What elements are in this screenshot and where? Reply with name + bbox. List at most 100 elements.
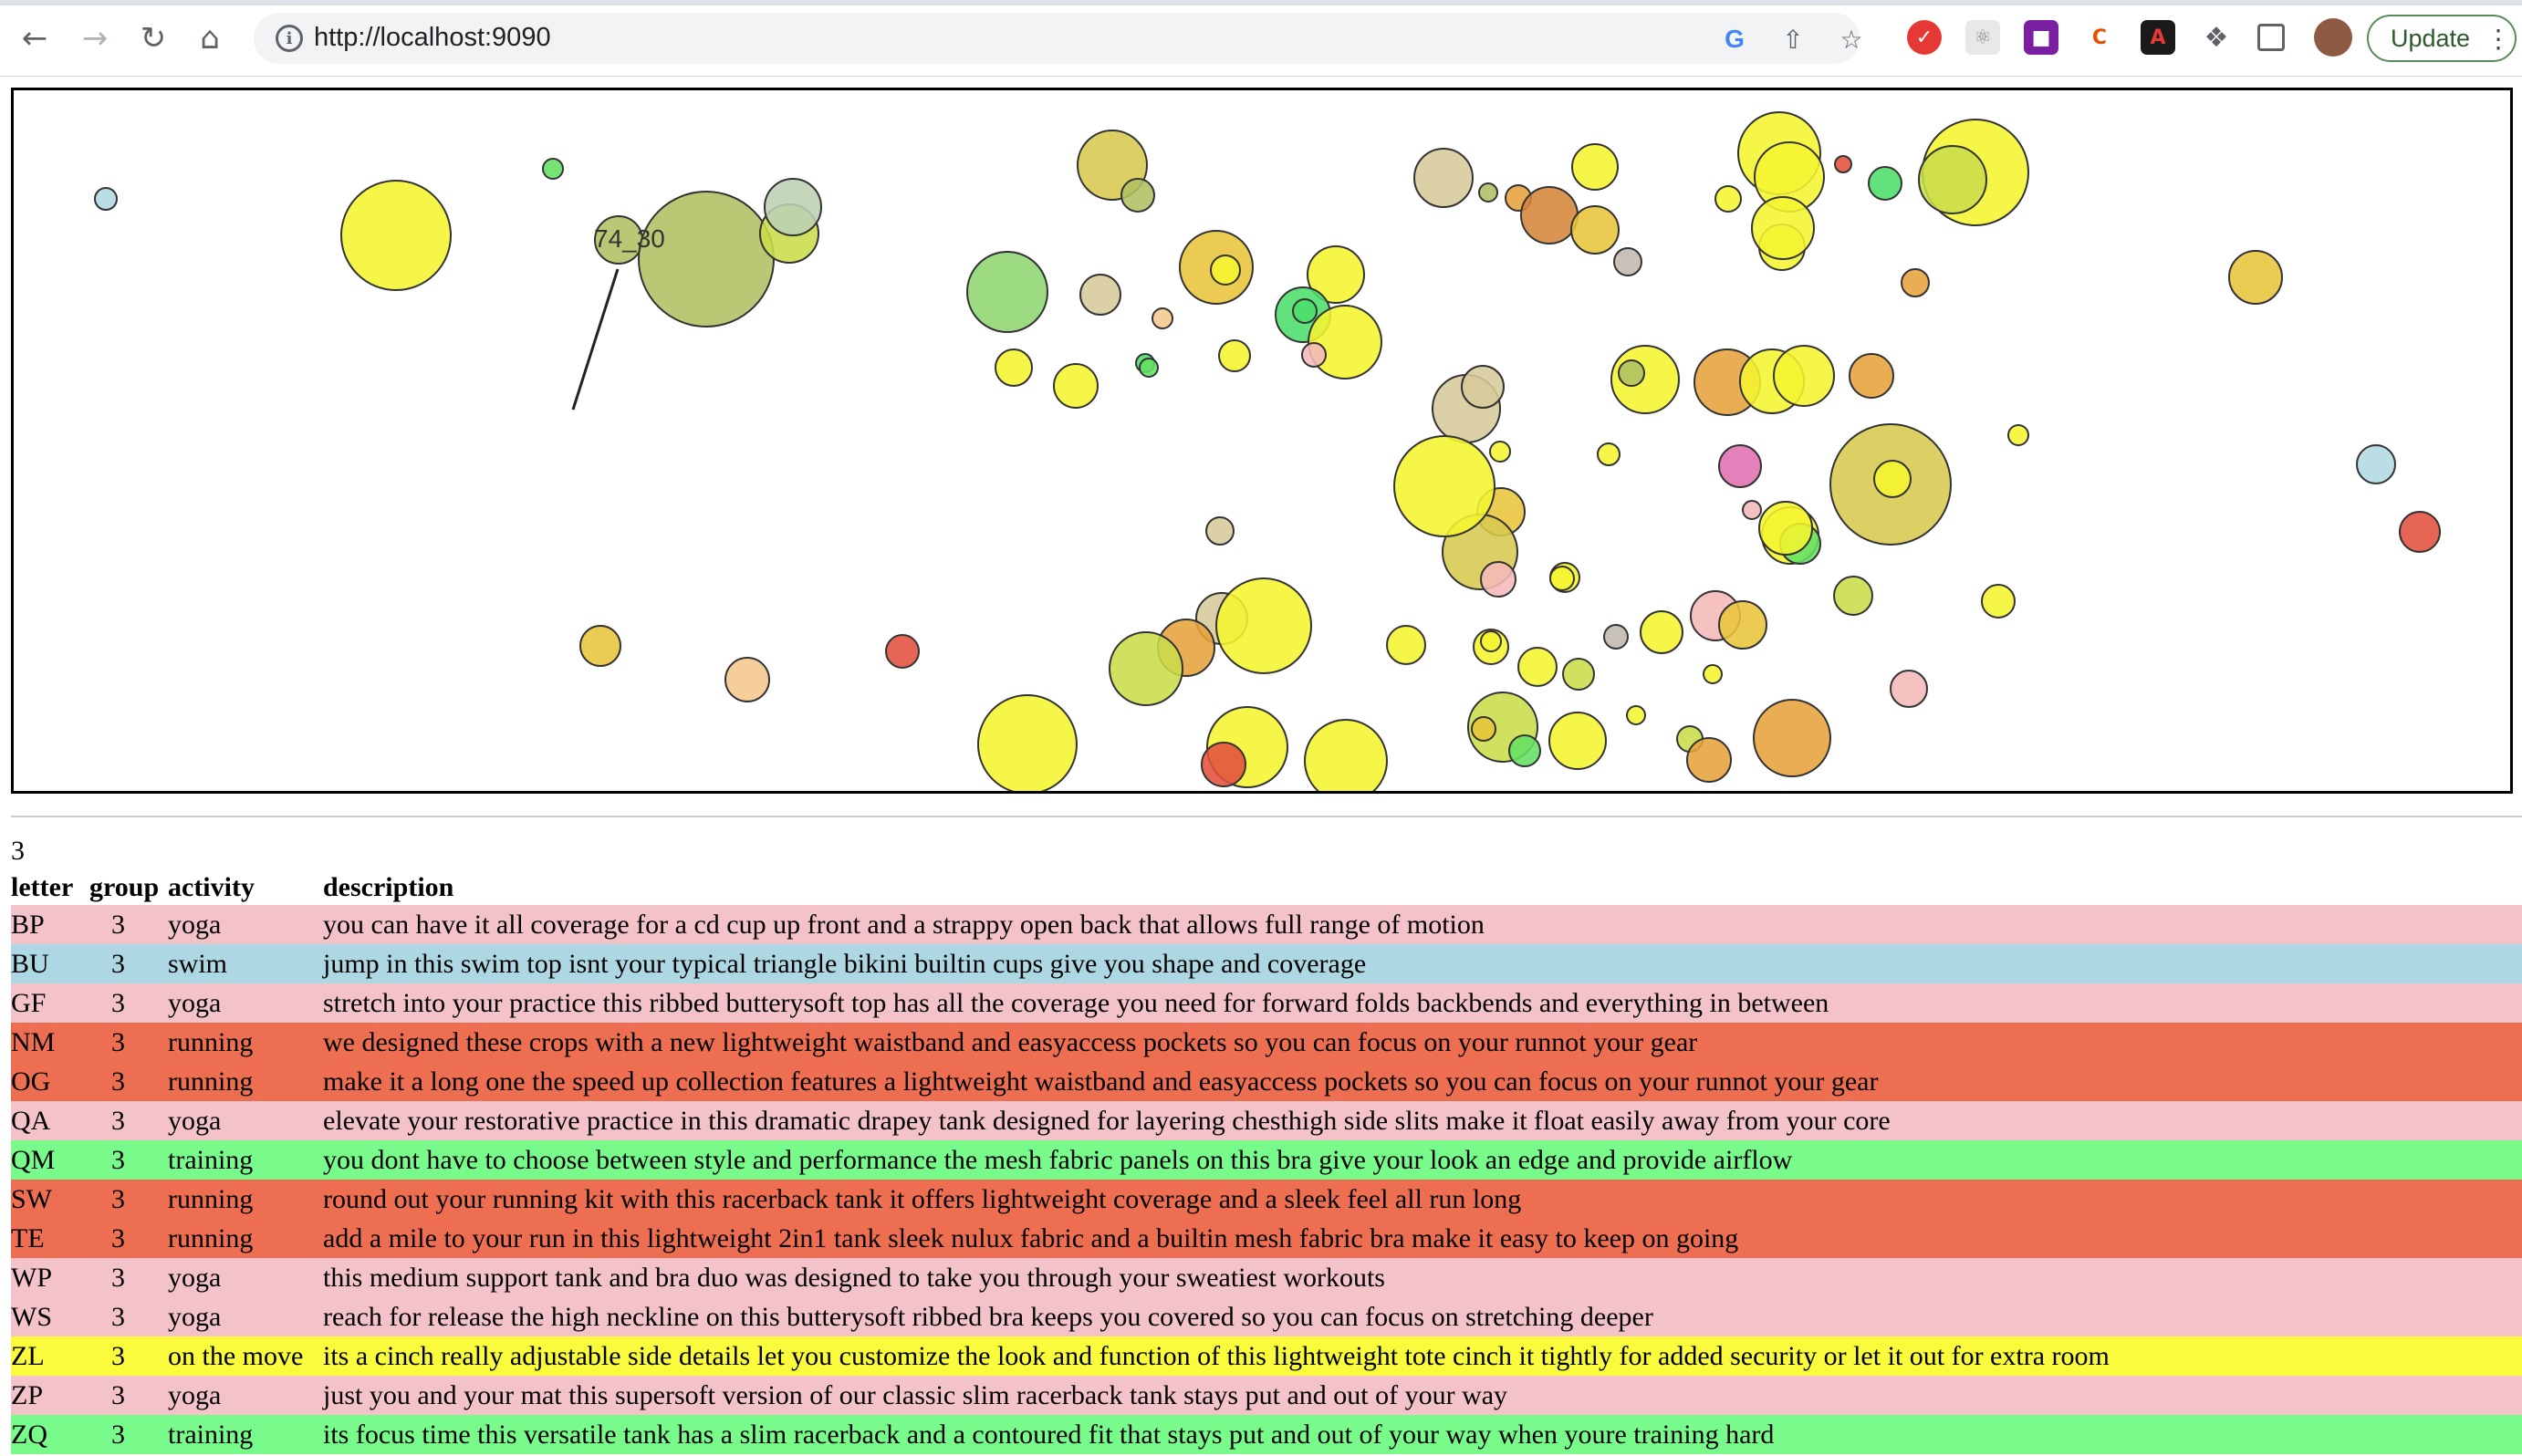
bubble[interactable] bbox=[1478, 182, 1498, 203]
cell-activity: yoga bbox=[168, 1105, 222, 1136]
table-row: WS 3 yoga reach for release the high neckli… bbox=[11, 1297, 2522, 1336]
bubble[interactable] bbox=[1890, 670, 1928, 708]
bubble[interactable] bbox=[1626, 705, 1646, 725]
annotation-line bbox=[571, 268, 620, 411]
bubble[interactable] bbox=[340, 180, 452, 291]
purple-extension-icon[interactable]: ■ bbox=[2024, 20, 2058, 55]
bubble[interactable] bbox=[1849, 353, 1894, 399]
bubble[interactable] bbox=[2356, 444, 2396, 484]
site-info-icon[interactable]: i bbox=[276, 25, 303, 52]
bubble[interactable] bbox=[1461, 365, 1505, 409]
bubble[interactable] bbox=[995, 348, 1033, 387]
ublock-extension-icon[interactable]: ✓ bbox=[1907, 20, 1942, 55]
bubble[interactable] bbox=[1703, 664, 1723, 684]
bubble[interactable] bbox=[1571, 143, 1619, 191]
bubble[interactable] bbox=[1139, 358, 1159, 378]
bubble[interactable] bbox=[1413, 148, 1474, 208]
share-icon[interactable]: ⇧ bbox=[1777, 24, 1808, 55]
bubble[interactable] bbox=[1079, 274, 1121, 316]
bubble[interactable] bbox=[1508, 734, 1541, 767]
bubble[interactable] bbox=[724, 657, 770, 702]
bubble[interactable] bbox=[1308, 305, 1382, 380]
bubble[interactable] bbox=[2399, 511, 2441, 553]
bubble[interactable] bbox=[1480, 630, 1502, 652]
bubble[interactable] bbox=[2007, 424, 2029, 446]
bubble[interactable] bbox=[1686, 737, 1732, 783]
bubble[interactable] bbox=[1386, 625, 1426, 665]
table-row: NM 3 running we designed these crops with a… bbox=[11, 1023, 2522, 1062]
back-arrow-icon[interactable]: ← bbox=[15, 18, 55, 58]
bubble[interactable] bbox=[1833, 576, 1873, 616]
bubble[interactable] bbox=[1304, 719, 1388, 791]
extensions-puzzle-icon[interactable]: ❖ bbox=[2199, 20, 2234, 55]
bubble[interactable] bbox=[977, 694, 1078, 791]
bubble[interactable] bbox=[1618, 359, 1645, 387]
bubble[interactable] bbox=[1901, 268, 1930, 297]
bubble[interactable] bbox=[1868, 166, 1902, 201]
bubble[interactable] bbox=[1918, 145, 1987, 214]
bubble[interactable] bbox=[1549, 566, 1575, 591]
bubble[interactable] bbox=[1603, 624, 1629, 650]
bubble[interactable] bbox=[1981, 584, 2016, 619]
bubble[interactable] bbox=[1301, 342, 1327, 368]
url-text[interactable]: http://localhost:9090 bbox=[314, 23, 551, 53]
bubble[interactable] bbox=[1548, 712, 1607, 770]
bubble[interactable] bbox=[885, 634, 920, 669]
bubble[interactable] bbox=[1053, 363, 1099, 409]
bubble[interactable] bbox=[1218, 339, 1251, 372]
bubble[interactable] bbox=[1205, 516, 1235, 546]
cell-description: you can have it all coverage for a cd cu… bbox=[323, 909, 1485, 940]
bubble[interactable] bbox=[1834, 155, 1852, 173]
bubble[interactable] bbox=[1480, 561, 1516, 598]
bubble[interactable] bbox=[1120, 178, 1155, 213]
address-bar[interactable]: i http://localhost:9090 G ⇧ ☆ bbox=[254, 13, 1863, 64]
bubble[interactable] bbox=[1393, 435, 1495, 537]
bubble[interactable] bbox=[1758, 501, 1813, 556]
side-panel-icon[interactable] bbox=[2257, 24, 2285, 51]
bubble[interactable] bbox=[1489, 441, 1511, 463]
c-extension-icon[interactable]: C bbox=[2082, 20, 2117, 55]
bubble[interactable] bbox=[1201, 742, 1246, 787]
bubble[interactable] bbox=[966, 251, 1048, 333]
bubble[interactable] bbox=[1718, 444, 1762, 488]
bubble[interactable] bbox=[1613, 247, 1642, 276]
bubble[interactable] bbox=[1742, 500, 1762, 520]
bubble[interactable] bbox=[1873, 460, 1912, 498]
bubble[interactable] bbox=[638, 191, 775, 328]
menu-dots-icon[interactable]: ⋮ bbox=[2486, 24, 2511, 54]
update-button[interactable]: Update ⋮ bbox=[2367, 15, 2517, 62]
forward-arrow-icon[interactable]: → bbox=[75, 18, 115, 58]
bubble[interactable] bbox=[1292, 298, 1318, 324]
bubble[interactable] bbox=[94, 187, 118, 211]
google-lens-icon[interactable]: G bbox=[1719, 24, 1750, 55]
bubble[interactable] bbox=[1517, 647, 1558, 687]
bubble[interactable] bbox=[1714, 185, 1742, 213]
bubble[interactable] bbox=[1562, 658, 1595, 691]
adobe-extension-icon[interactable]: A bbox=[2141, 20, 2175, 55]
cell-group: 3 bbox=[111, 1379, 125, 1410]
bubble[interactable] bbox=[764, 178, 822, 236]
bubble[interactable] bbox=[1718, 600, 1767, 650]
bubble[interactable] bbox=[2228, 250, 2283, 305]
bubble[interactable] bbox=[1471, 716, 1496, 742]
bubble[interactable] bbox=[1520, 186, 1579, 244]
bubble[interactable] bbox=[1597, 442, 1621, 466]
bubble[interactable] bbox=[1753, 699, 1831, 777]
cell-letter: BP bbox=[11, 909, 45, 940]
bubble[interactable] bbox=[1210, 255, 1241, 286]
react-devtools-extension-icon[interactable]: ⚛ bbox=[1965, 20, 2000, 55]
profile-avatar[interactable] bbox=[2314, 18, 2352, 57]
bubble[interactable] bbox=[1640, 610, 1683, 654]
bubble[interactable] bbox=[1152, 307, 1173, 329]
bubble[interactable] bbox=[579, 625, 621, 667]
bubble[interactable] bbox=[1570, 205, 1620, 255]
home-icon[interactable]: ⌂ bbox=[190, 18, 230, 58]
bubble[interactable] bbox=[542, 158, 564, 180]
bubble[interactable] bbox=[1109, 631, 1183, 706]
table-row: ZQ 3 training its focus time this versatile… bbox=[11, 1415, 2522, 1454]
bubble[interactable] bbox=[1751, 196, 1815, 260]
bookmark-star-icon[interactable]: ☆ bbox=[1836, 24, 1867, 55]
bubble[interactable] bbox=[1773, 345, 1835, 407]
bubble[interactable] bbox=[1215, 577, 1312, 674]
reload-icon[interactable]: ↻ bbox=[133, 18, 173, 58]
